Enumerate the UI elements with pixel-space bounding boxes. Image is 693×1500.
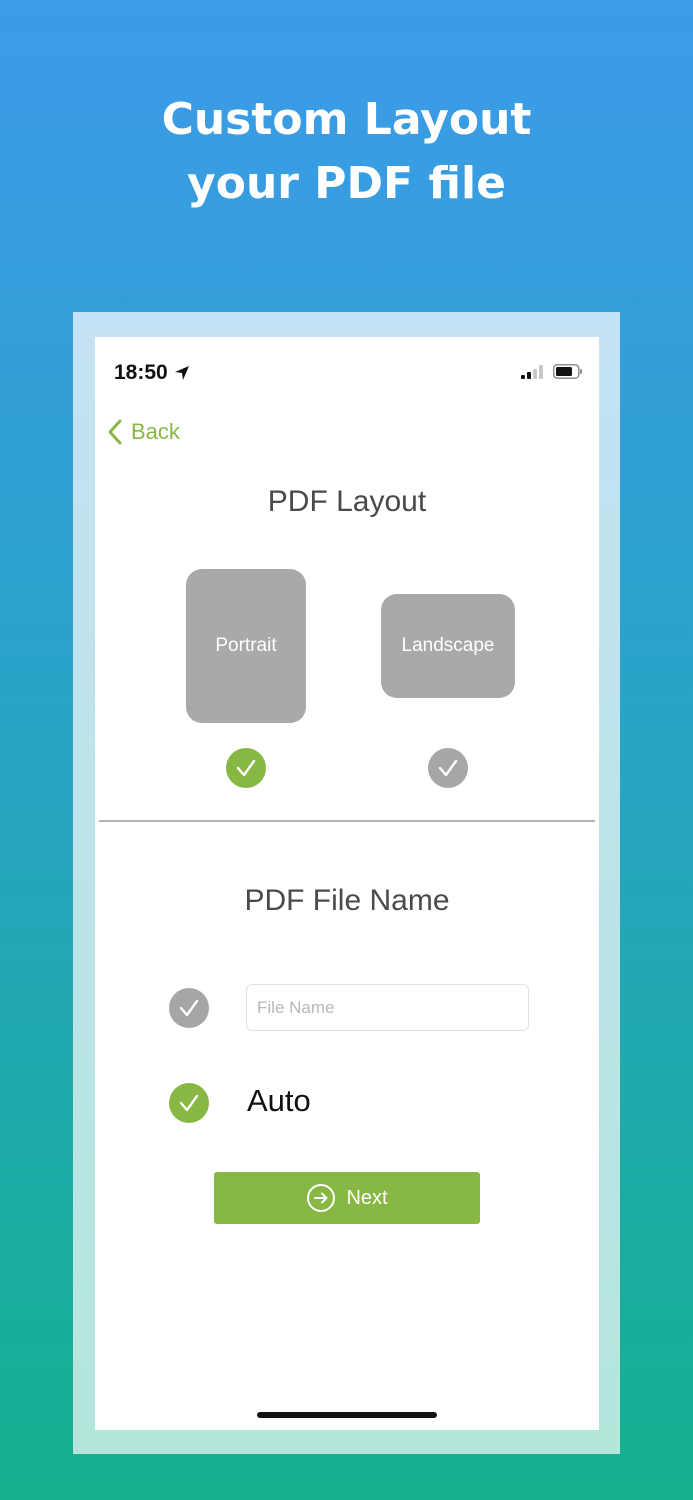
custom-name-checkmark[interactable]: [169, 988, 209, 1028]
landscape-option[interactable]: Landscape: [381, 594, 515, 698]
portrait-checkmark[interactable]: [226, 748, 266, 788]
status-indicators: [521, 364, 583, 379]
auto-label: Auto: [247, 1083, 311, 1118]
next-button[interactable]: Next: [214, 1172, 480, 1224]
hero-title: Custom Layout your PDF file: [0, 88, 693, 216]
landscape-label: Landscape: [401, 635, 495, 656]
arrow-right-circle-icon: [307, 1184, 336, 1212]
auto-name-checkmark[interactable]: [169, 1083, 209, 1123]
section-divider: [99, 820, 595, 822]
pdf-file-name-title: PDF File Name: [244, 884, 450, 917]
pdf-layout-title: PDF Layout: [267, 485, 427, 518]
checkmark-icon: [179, 1094, 199, 1112]
file-name-input[interactable]: [246, 984, 529, 1031]
chevron-left-icon: [108, 419, 122, 445]
phone-screen: 18:50 Back PDF Layout Portrait Landscape: [95, 337, 599, 1430]
checkmark-icon: [438, 759, 458, 777]
portrait-option[interactable]: Portrait: [186, 569, 306, 723]
checkmark-icon: [179, 999, 199, 1017]
cellular-signal-icon: [521, 364, 543, 379]
home-indicator[interactable]: [257, 1412, 437, 1418]
back-button[interactable]: Back: [107, 419, 180, 445]
portrait-label: Portrait: [215, 635, 277, 656]
back-label: Back: [131, 419, 180, 444]
next-label: Next: [346, 1186, 388, 1209]
status-time-text: 18:50: [114, 361, 168, 384]
status-time: 18:50: [114, 361, 190, 385]
battery-icon: [553, 364, 582, 379]
hero-title-line-1: Custom Layout: [161, 94, 532, 145]
location-arrow-icon: [174, 366, 189, 380]
checkmark-icon: [236, 759, 256, 777]
hero-title-line-2: your PDF file: [187, 158, 506, 209]
landscape-checkmark[interactable]: [428, 748, 468, 788]
